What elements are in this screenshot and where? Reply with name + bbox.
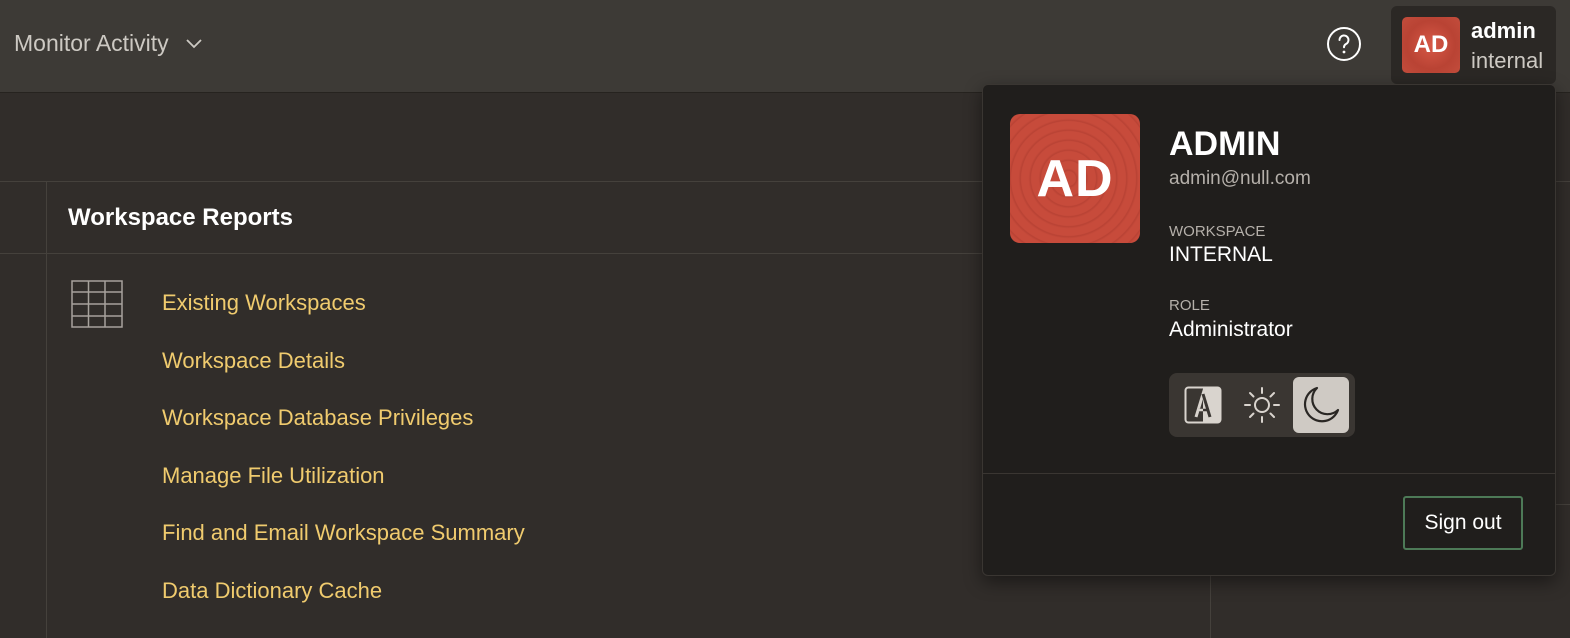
table-grid-icon [71,280,123,328]
list-item: Manage File Utilization [162,463,525,521]
chevron-down-icon [186,38,202,48]
avatar: AD [1402,17,1460,73]
user-display-name: ADMIN [1169,125,1281,163]
left-rail [0,182,47,638]
user-menu-popup: AD ADMIN admin@null.com WORKSPACE INTERN… [982,84,1556,576]
list-item: Find and Email Workspace Summary [162,520,525,578]
workspace-value: INTERNAL [1169,243,1273,266]
link-workspace-database-privileges[interactable]: Workspace Database Privileges [162,405,473,430]
auto-icon [1184,386,1222,424]
user-email: admin@null.com [1169,168,1311,189]
dark-moon-icon [1303,386,1340,423]
divider [1556,504,1570,505]
list-item: Workspace Details [162,348,525,406]
link-workspace-details[interactable]: Workspace Details [162,348,345,373]
link-manage-file-utilization[interactable]: Manage File Utilization [162,463,385,488]
theme-auto-option[interactable] [1175,377,1231,433]
user-menu-button[interactable]: AD admin internal [1391,6,1556,84]
user-workspace: internal [1471,48,1544,73]
report-links-list: Existing Workspaces Workspace Details Wo… [162,290,525,636]
theme-light-option[interactable] [1234,377,1290,433]
avatar-large: AD [1010,114,1140,243]
top-navigation-bar: Monitor Activity AD admin internal [0,0,1570,93]
link-existing-workspaces[interactable]: Existing Workspaces [162,290,366,315]
role-label: ROLE [1169,297,1210,314]
link-data-dictionary-cache[interactable]: Data Dictionary Cache [162,578,382,603]
theme-switcher [1169,373,1355,437]
light-sun-icon [1244,387,1280,423]
list-item: Workspace Database Privileges [162,405,525,463]
nav-menu-monitor-activity[interactable]: Monitor Activity [14,30,203,57]
theme-dark-option[interactable] [1293,377,1349,433]
divider [0,253,46,254]
list-item: Data Dictionary Cache [162,578,525,636]
divider [983,473,1555,474]
user-name: admin [1471,18,1536,43]
workspace-label: WORKSPACE [1169,223,1266,240]
list-item: Existing Workspaces [162,290,525,348]
link-find-email-workspace-summary[interactable]: Find and Email Workspace Summary [162,520,525,545]
sign-out-button[interactable]: Sign out [1403,496,1523,550]
help-icon[interactable] [1326,26,1362,62]
nav-title-label: Monitor Activity [14,30,169,56]
role-value: Administrator [1169,318,1293,341]
